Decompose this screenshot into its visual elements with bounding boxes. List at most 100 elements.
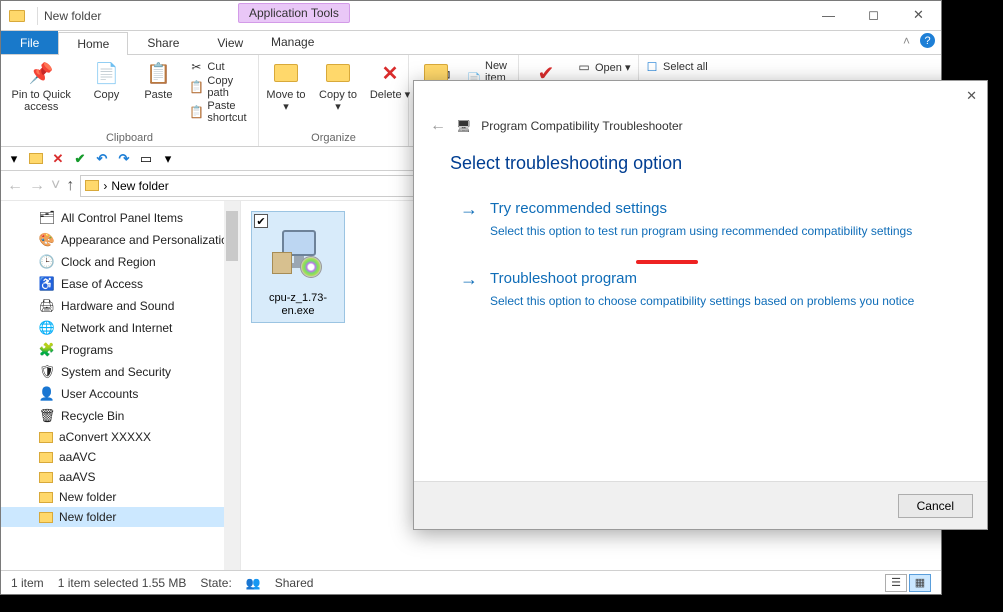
nav-item[interactable]: 🧩Programs (1, 339, 240, 361)
qat-redo-icon[interactable]: ↷ (115, 150, 133, 168)
nav-item[interactable]: 🗑Recycle Bin (1, 405, 240, 427)
tab-view[interactable]: View (198, 31, 262, 54)
collapse-ribbon-icon[interactable]: ˄ (903, 34, 910, 48)
minimize-button[interactable] (806, 1, 851, 29)
dialog-header-text: Program Compatibility Troubleshooter (481, 119, 682, 133)
qat-delete-icon[interactable]: ✕ (49, 150, 67, 168)
option-recommended-desc: Select this option to test run program u… (460, 224, 951, 256)
nav-item[interactable]: 🌐 Network and Internet (1, 317, 240, 339)
nav-item[interactable]: New folder (1, 507, 240, 527)
nav-item[interactable]: aaAVS (1, 467, 240, 487)
folder-icon (39, 432, 53, 443)
nav-item-label: User Accounts (61, 387, 138, 401)
nav-item[interactable]: ♿Ease of Access (1, 273, 240, 295)
net-icon: 🌐 (39, 320, 55, 336)
tab-manage[interactable]: Manage (257, 31, 328, 53)
contextual-tab[interactable]: Application Tools (238, 3, 350, 23)
folder-icon (39, 452, 53, 463)
folder-icon (39, 492, 53, 503)
selectall-label: Select all (663, 61, 708, 73)
moveto-label: Move to ▾ (265, 89, 307, 113)
copy-path-button[interactable]: 📋Copy path (189, 75, 252, 99)
option-troubleshoot-label: Troubleshoot program (490, 270, 637, 287)
nav-item[interactable]: 👤 User Accounts (1, 383, 240, 405)
organize-group-label: Organize (265, 132, 402, 144)
nav-item-label: Hardware and Sound (61, 299, 174, 313)
up-button[interactable]: ↑ (66, 177, 74, 195)
window-controls (806, 1, 941, 29)
dialog-close-button[interactable]: ✕ (966, 88, 977, 104)
nav-item[interactable]: aConvert XXXXX (1, 427, 240, 447)
troubleshooter-dialog: ✕ ← 🖥 Program Compatibility Troubleshoot… (413, 80, 988, 530)
nav-item[interactable]: 🛡System and Security (1, 361, 240, 383)
forward-button[interactable]: → (29, 177, 45, 195)
move-to-button[interactable]: Move to ▾ (265, 59, 307, 113)
tab-file[interactable]: File (1, 31, 58, 54)
delete-button[interactable]: ✕ Delete ▾ (369, 59, 411, 113)
delete-icon: ✕ (376, 59, 404, 87)
nav-scrollbar[interactable] (224, 201, 240, 571)
select-all-button[interactable]: ☐Select all (645, 60, 708, 74)
pin-label: Pin to Quick access (7, 89, 75, 113)
titlebar[interactable]: New folder Application Tools (1, 1, 941, 31)
back-button[interactable]: ← (7, 177, 23, 195)
panel-icon: 🗂 (39, 210, 55, 226)
dialog-titlebar[interactable]: ✕ (414, 81, 987, 111)
close-button[interactable] (896, 1, 941, 29)
nav-item[interactable]: aaAVC (1, 447, 240, 467)
qat-dropdown2[interactable]: ▾ (159, 150, 177, 168)
dialog-footer: Cancel (414, 481, 987, 529)
folder-icon (39, 472, 53, 483)
tab-share[interactable]: Share (128, 31, 198, 54)
copy-icon: 📄 (92, 59, 120, 87)
copyto-icon (324, 59, 352, 87)
nav-item[interactable]: 🗂All Control Panel Items (1, 207, 240, 229)
file-icon (256, 216, 340, 290)
users-icon: 👤 (39, 386, 55, 402)
nav-item-label: New folder (59, 490, 116, 504)
status-selected: 1 item selected 1.55 MB (58, 576, 187, 590)
copy-to-button[interactable]: Copy to ▾ (317, 59, 359, 113)
scrollbar-thumb[interactable] (226, 211, 238, 261)
status-item-count: 1 item (11, 576, 44, 590)
tiles-view-button[interactable]: ▦ (909, 574, 931, 592)
file-tile[interactable]: ✔ cpu-z_1.73-en.exe (251, 211, 345, 323)
tab-home[interactable]: Home (58, 32, 128, 55)
pin-button[interactable]: 📌 Pin to Quick access (7, 59, 75, 125)
nav-item[interactable]: 🕒Clock and Region (1, 251, 240, 273)
clipboard-group-label: Clipboard (7, 132, 252, 144)
qat-dropdown[interactable]: ▾ (5, 150, 23, 168)
qat-undo-icon[interactable]: ↶ (93, 150, 111, 168)
help-icon[interactable]: ? (920, 33, 935, 48)
cut-label: Cut (207, 61, 224, 73)
file-checkbox[interactable]: ✔ (254, 214, 268, 228)
ribbon-tabs: File Home Share View Manage ˄ ? (1, 31, 941, 55)
paste-icon: 📋 (144, 59, 172, 87)
copy-button[interactable]: 📄 Copy (85, 59, 127, 125)
maximize-button[interactable] (851, 1, 896, 29)
paste-shortcut-button[interactable]: 📋Paste shortcut (189, 100, 252, 124)
dialog-back-button[interactable]: ← (430, 117, 446, 135)
details-view-button[interactable]: ☰ (885, 574, 907, 592)
cut-button[interactable]: ✂Cut (189, 60, 252, 74)
copypath-icon: 📋 (189, 80, 203, 94)
nav-item[interactable]: 🎨Appearance and Personalizatio (1, 229, 240, 251)
qat-folder-icon[interactable] (27, 150, 45, 168)
recent-dropdown[interactable]: ˅ (51, 177, 60, 195)
breadcrumb-location[interactable]: New folder (111, 179, 168, 193)
open-button[interactable]: ▭Open ▾ (577, 60, 631, 74)
nav-item-label: New folder (59, 510, 116, 524)
option-recommended[interactable]: → Try recommended settings Select this o… (414, 186, 987, 256)
option-troubleshoot[interactable]: → Troubleshoot program Select this optio… (414, 256, 987, 326)
nav-item-label: Clock and Region (61, 255, 156, 269)
nav-item-label: aConvert XXXXX (59, 430, 151, 444)
nav-item[interactable]: 🖨Hardware and Sound (1, 295, 240, 317)
qat-check-icon[interactable]: ✔ (71, 150, 89, 168)
cancel-button[interactable]: Cancel (898, 494, 973, 518)
paste-button[interactable]: 📋 Paste (137, 59, 179, 125)
qat-view-icon[interactable]: ▭ (137, 150, 155, 168)
navigation-pane[interactable]: 🗂All Control Panel Items🎨Appearance and … (1, 201, 241, 571)
nav-item-label: Network and Internet (61, 321, 172, 335)
nav-item[interactable]: New folder (1, 487, 240, 507)
bin-icon: 🗑 (39, 408, 55, 424)
